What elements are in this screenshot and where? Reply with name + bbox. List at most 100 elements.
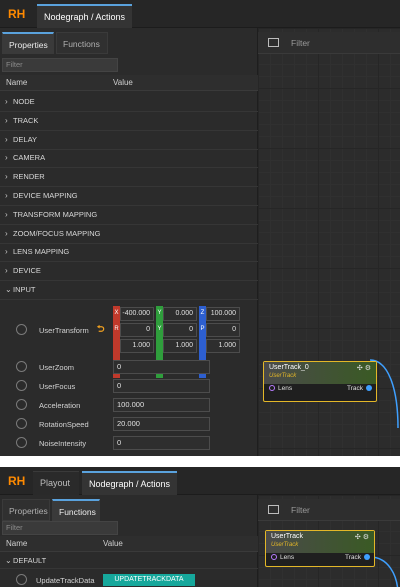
move-gear-icon[interactable]: ✣ ⚙ xyxy=(357,364,371,372)
top-bar: RH Nodegraph / Actions xyxy=(0,0,400,28)
transform-y-rotation[interactable]: 0 xyxy=(163,323,197,337)
expose-radio[interactable] xyxy=(16,437,27,448)
app-logo: RH xyxy=(8,7,25,20)
user-focus-input[interactable]: 0 xyxy=(113,379,210,393)
pin-dot-icon xyxy=(366,385,372,391)
category-lens-mapping[interactable]: › LENS MAPPING xyxy=(0,243,258,262)
transform-y-position[interactable]: 0.000 xyxy=(163,307,197,321)
chevron-down-icon: ⌄ xyxy=(5,556,12,565)
category-label: LENS MAPPING xyxy=(13,247,70,256)
category-zoom-focus-mapping[interactable]: › ZOOM/FOCUS MAPPING xyxy=(0,225,258,244)
node-title: UserTrack_0 xyxy=(269,364,309,371)
tab-functions[interactable]: Functions xyxy=(56,32,108,54)
category-default[interactable]: ⌄ DEFAULT xyxy=(0,554,258,569)
category-track[interactable]: › TRACK xyxy=(0,112,258,131)
app-logo: RH xyxy=(8,474,25,487)
axis-label: Y xyxy=(157,326,162,332)
acceleration-input[interactable]: 100.000 xyxy=(113,398,210,412)
axis-label: X xyxy=(114,310,119,316)
node-graph-canvas[interactable]: Filter UserTrack_0 UserTrack ✣ ⚙ Lens Tr… xyxy=(258,28,400,456)
category-render[interactable]: › RENDER xyxy=(0,168,258,187)
category-device[interactable]: › DEVICE xyxy=(0,262,258,281)
chevron-right-icon: › xyxy=(5,135,8,144)
user-zoom-input[interactable]: 0 xyxy=(113,360,210,374)
expose-radio[interactable] xyxy=(16,380,27,391)
acceleration-row: Acceleration 100.000 xyxy=(0,396,258,415)
category-label: RENDER xyxy=(13,172,45,181)
user-track-node[interactable]: UserTrack UserTrack ✣ ⚙ Lens Track xyxy=(265,530,375,567)
track-output-pin[interactable]: Track xyxy=(347,385,372,392)
rotation-speed-row: RotationSpeed 20.000 xyxy=(0,415,258,434)
property-label: UserZoom xyxy=(39,363,75,372)
tab-properties[interactable]: Properties xyxy=(2,499,50,521)
category-label: TRANSFORM MAPPING xyxy=(13,210,98,219)
chevron-right-icon: › xyxy=(5,116,8,125)
category-label: DEVICE xyxy=(13,266,41,275)
transform-y-scale[interactable]: 1.000 xyxy=(163,339,197,353)
update-track-data-row: UpdateTrackData UPDATETRACKDATA xyxy=(0,571,258,587)
lens-input-pin[interactable]: Lens xyxy=(271,554,294,561)
tab-nodegraph-actions[interactable]: Nodegraph / Actions xyxy=(37,4,133,28)
graph-filter-input[interactable]: Filter xyxy=(291,32,310,54)
graph-filter-bar: Filter xyxy=(258,499,400,521)
transform-z-rotation[interactable]: 0 xyxy=(206,323,240,337)
category-delay[interactable]: › DELAY xyxy=(0,131,258,150)
filter-input[interactable]: Filter xyxy=(2,521,118,535)
node-title: UserTrack xyxy=(271,533,304,540)
tab-properties[interactable]: Properties xyxy=(2,32,54,54)
functions-panel-screenshot: RH Playout Nodegraph / Actions Propertie… xyxy=(0,467,400,587)
lens-input-pin[interactable]: Lens xyxy=(269,385,292,392)
track-output-pin[interactable]: Track xyxy=(345,554,370,561)
user-track-node[interactable]: UserTrack_0 UserTrack ✣ ⚙ Lens Track xyxy=(263,361,377,402)
transform-z-position[interactable]: 100.000 xyxy=(206,307,240,321)
expose-radio[interactable] xyxy=(16,361,27,372)
node-subtitle: UserTrack xyxy=(269,373,297,379)
expose-radio[interactable] xyxy=(16,324,27,335)
tab-playout[interactable]: Playout xyxy=(33,471,79,495)
update-track-data-button[interactable]: UPDATETRACKDATA xyxy=(103,574,195,586)
expose-radio[interactable] xyxy=(16,574,27,585)
node-subtitle: UserTrack xyxy=(271,542,299,548)
category-transform-mapping[interactable]: › TRANSFORM MAPPING xyxy=(0,206,258,225)
filter-input[interactable]: Filter xyxy=(2,58,118,72)
undo-arrow-icon[interactable] xyxy=(96,324,105,333)
move-gear-icon[interactable]: ✣ ⚙ xyxy=(355,533,369,541)
transform-x-position[interactable]: -400.000 xyxy=(120,307,154,321)
transform-x-scale[interactable]: 1.000 xyxy=(120,339,154,353)
category-node[interactable]: › NODE xyxy=(0,93,258,112)
pin-label: Lens xyxy=(280,554,295,561)
tab-functions[interactable]: Functions xyxy=(52,499,100,521)
noise-intensity-row: NoiseIntensity 0 xyxy=(0,434,258,453)
category-camera[interactable]: › CAMERA xyxy=(0,149,258,168)
property-label: UserFocus xyxy=(39,382,76,391)
functions-sidebar: Properties Functions Filter Name Value ⌄… xyxy=(0,495,258,587)
expose-radio[interactable] xyxy=(16,418,27,429)
graph-filter-input[interactable]: Filter xyxy=(291,499,310,521)
properties-sidebar: Properties Functions Filter Name Value ›… xyxy=(0,28,258,456)
category-device-mapping[interactable]: › DEVICE MAPPING xyxy=(0,187,258,206)
column-header: Name Value xyxy=(0,536,258,552)
image-icon[interactable] xyxy=(268,505,279,514)
chevron-right-icon: › xyxy=(5,97,8,106)
node-graph-canvas[interactable]: Filter UserTrack UserTrack ✣ ⚙ Lens Trac… xyxy=(258,495,400,587)
pin-label: Lens xyxy=(278,385,293,392)
name-column-header: Name xyxy=(6,78,28,87)
category-label: NODE xyxy=(13,97,35,106)
category-input[interactable]: ⌄ INPUT xyxy=(0,281,258,300)
image-icon[interactable] xyxy=(268,38,279,47)
category-label: DEFAULT xyxy=(13,556,47,565)
transform-x-rotation[interactable]: 0 xyxy=(120,323,154,337)
pin-dot-icon xyxy=(271,554,277,560)
value-column-header: Value xyxy=(103,539,123,548)
graph-filter-bar: Filter xyxy=(258,32,400,54)
chevron-right-icon: › xyxy=(5,229,8,238)
user-focus-row: UserFocus 0 xyxy=(0,377,258,396)
chevron-right-icon: › xyxy=(5,247,8,256)
chevron-right-icon: › xyxy=(5,153,8,162)
expose-radio[interactable] xyxy=(16,399,27,410)
noise-intensity-input[interactable]: 0 xyxy=(113,436,210,450)
transform-z-scale[interactable]: 1.000 xyxy=(206,339,240,353)
rotation-speed-input[interactable]: 20.000 xyxy=(113,417,210,431)
top-bar: RH Playout Nodegraph / Actions xyxy=(0,467,400,495)
tab-nodegraph-actions[interactable]: Nodegraph / Actions xyxy=(82,471,178,495)
